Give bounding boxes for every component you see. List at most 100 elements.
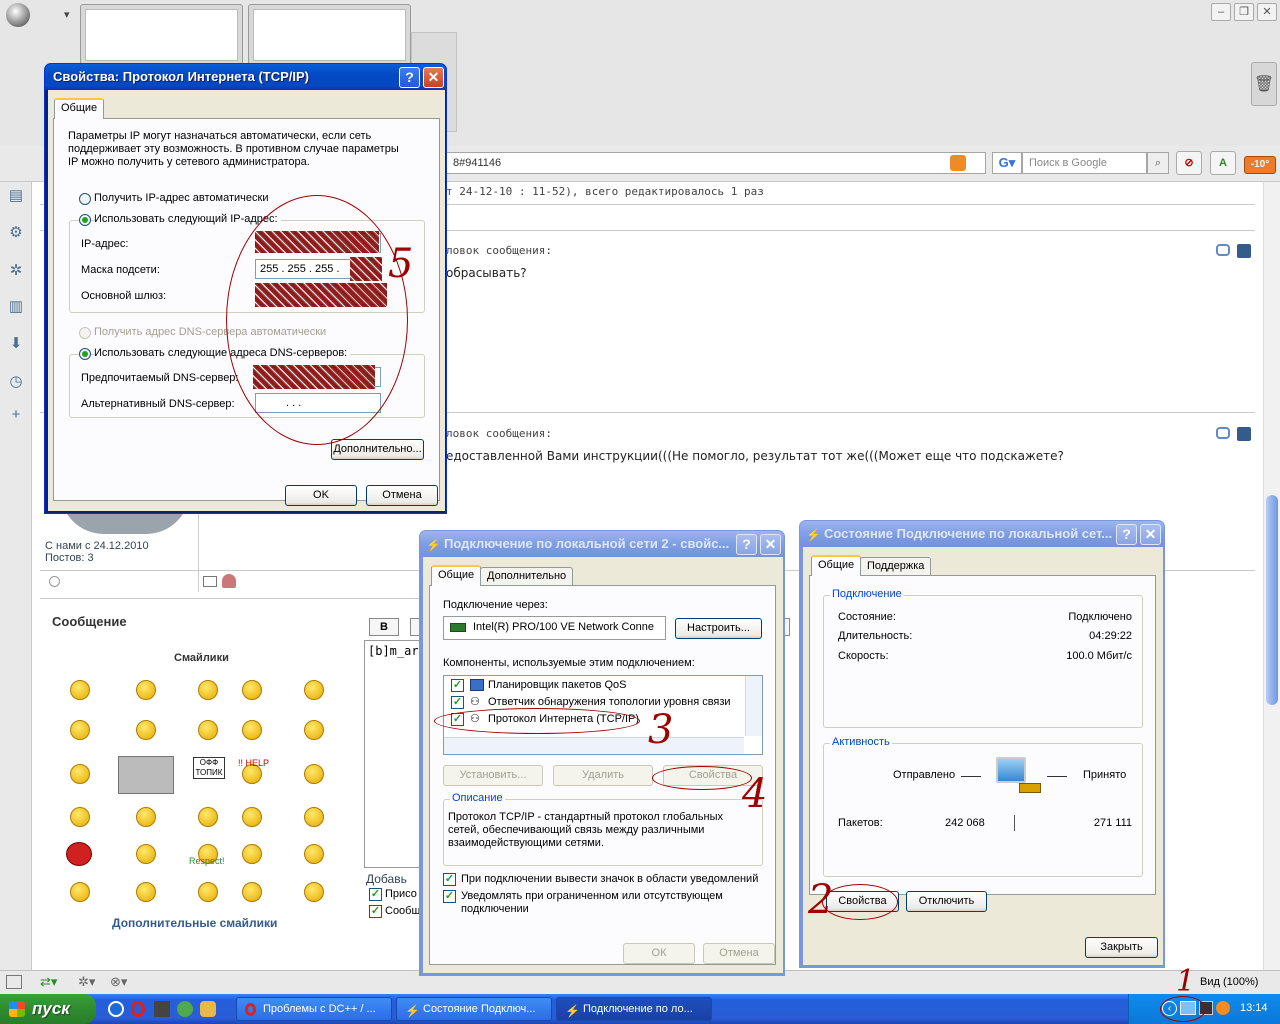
quicklaunch-app-icon[interactable] bbox=[200, 1001, 216, 1017]
smiley-icon[interactable] bbox=[304, 844, 324, 864]
component-item[interactable]: Ответчик обнаружения топологии уровня св… bbox=[488, 696, 731, 708]
smiley-icon[interactable] bbox=[242, 882, 262, 902]
sign-help[interactable]: !! HELP bbox=[238, 758, 269, 768]
devil-smiley-icon[interactable] bbox=[66, 842, 92, 866]
taskbar-item[interactable]: Проблемы с DC++ / ... bbox=[236, 997, 392, 1021]
help-button[interactable]: ? bbox=[399, 67, 420, 88]
panel-toggle-icon[interactable] bbox=[6, 975, 22, 989]
tab-advanced[interactable]: Дополнительно bbox=[480, 567, 574, 585]
manual-ip-radio[interactable] bbox=[79, 214, 91, 226]
cancel-button[interactable]: Отмена bbox=[703, 943, 775, 964]
ok-button[interactable]: ОК bbox=[623, 943, 695, 964]
show-icon-checkbox[interactable]: ✓ bbox=[443, 873, 456, 886]
smiley-icon[interactable] bbox=[242, 807, 262, 827]
show-icon-label[interactable]: При подключении вывести значок в области… bbox=[461, 873, 758, 885]
smiley-icon[interactable] bbox=[304, 764, 324, 784]
remove-button[interactable]: Удалить bbox=[553, 765, 653, 786]
install-button[interactable]: Установить... bbox=[443, 765, 543, 786]
pm-icon[interactable] bbox=[203, 576, 217, 587]
respect-label[interactable]: Respect! bbox=[189, 856, 225, 866]
help-button[interactable]: ? bbox=[736, 534, 757, 555]
address-field[interactable]: 8#941146 bbox=[446, 152, 986, 174]
bookmarks-icon[interactable]: ▤ bbox=[5, 185, 27, 207]
smiley-icon[interactable] bbox=[242, 680, 262, 700]
smiley-icon[interactable] bbox=[70, 764, 90, 784]
bold-button[interactable]: B bbox=[369, 618, 399, 636]
quicklaunch-app-icon[interactable] bbox=[154, 1001, 170, 1017]
smiley-icon[interactable] bbox=[304, 882, 324, 902]
option-checkbox[interactable]: ✓ bbox=[369, 905, 382, 918]
tab-general[interactable]: Общие bbox=[431, 565, 482, 586]
weather-badge[interactable]: -10° bbox=[1244, 156, 1276, 174]
minimize-button[interactable]: – bbox=[1211, 3, 1231, 21]
configure-button[interactable]: Настроить... bbox=[675, 618, 762, 639]
opera-logo-icon[interactable] bbox=[6, 3, 30, 27]
tab-general[interactable]: Общие bbox=[811, 555, 862, 576]
manual-dns-radio[interactable] bbox=[79, 348, 91, 360]
up-arrow-icon[interactable] bbox=[49, 576, 60, 587]
component-checkbox[interactable]: ✓ bbox=[451, 696, 464, 709]
rss-icon[interactable] bbox=[950, 155, 966, 171]
smiley-icon[interactable] bbox=[242, 844, 262, 864]
quicklaunch-opera-icon[interactable] bbox=[131, 1001, 145, 1017]
smiley-icon[interactable] bbox=[136, 720, 156, 740]
smiley-icon[interactable] bbox=[198, 680, 218, 700]
smiley-icon[interactable] bbox=[70, 720, 90, 740]
quote-icon[interactable] bbox=[1216, 244, 1230, 256]
auto-dns-radio[interactable] bbox=[79, 327, 91, 339]
tab-thumbnail-1[interactable] bbox=[80, 4, 243, 66]
profile-icon[interactable] bbox=[1237, 244, 1251, 258]
user-icon[interactable] bbox=[222, 574, 236, 588]
trash-icon[interactable]: 🗑 bbox=[1251, 62, 1277, 106]
gear-icon[interactable]: ⚙ bbox=[5, 222, 27, 244]
smiley-icon[interactable] bbox=[70, 680, 90, 700]
downloads-icon[interactable]: ⬇ bbox=[5, 333, 27, 355]
help-button[interactable]: ? bbox=[1116, 524, 1137, 545]
ok-button[interactable]: OK bbox=[285, 485, 357, 506]
disconnect-button[interactable]: Отключить bbox=[906, 891, 987, 912]
search-icon[interactable]: ⌕ bbox=[1147, 152, 1169, 174]
list-hscrollbar[interactable] bbox=[444, 737, 744, 754]
sign-off-topic[interactable]: ОФФ ТОПИК bbox=[193, 757, 225, 779]
cancel-button[interactable]: Отмена bbox=[366, 485, 438, 506]
smiley-icon[interactable] bbox=[136, 882, 156, 902]
tab-thumbnail-2[interactable] bbox=[248, 4, 411, 66]
option-checkbox[interactable]: ✓ bbox=[369, 888, 382, 901]
quote-icon[interactable] bbox=[1216, 427, 1230, 439]
notes-icon[interactable]: ▥ bbox=[5, 296, 27, 318]
smiley-icon[interactable] bbox=[70, 882, 90, 902]
window-close-button[interactable]: ✕ bbox=[1257, 3, 1277, 21]
search-input[interactable]: Поиск в Google bbox=[1022, 152, 1147, 174]
zoom-label[interactable]: Вид (100%) bbox=[1200, 976, 1258, 988]
list-scrollbar[interactable] bbox=[745, 676, 762, 736]
auto-ip-radio[interactable] bbox=[79, 193, 91, 205]
smiley-icon[interactable] bbox=[198, 882, 218, 902]
close-dialog-button[interactable]: Закрыть bbox=[1085, 937, 1158, 958]
quicklaunch-ie-icon[interactable] bbox=[108, 1001, 124, 1017]
tray-app-icon[interactable] bbox=[1216, 1001, 1230, 1015]
close-button[interactable]: ✕ bbox=[423, 67, 444, 88]
smiley-icon[interactable] bbox=[304, 807, 324, 827]
search-engine-icon[interactable]: G▾ bbox=[992, 152, 1022, 174]
smiley-icon[interactable] bbox=[198, 807, 218, 827]
translate-icon[interactable]: A bbox=[1210, 151, 1236, 175]
opera-menu-arrow[interactable]: ▾ bbox=[64, 8, 70, 21]
manual-ip-label[interactable]: Использовать следующий IP-адрес: bbox=[94, 213, 281, 225]
smiley-icon[interactable] bbox=[136, 844, 156, 864]
history-icon[interactable]: ◷ bbox=[5, 371, 27, 393]
tab-support[interactable]: Поддержка bbox=[860, 557, 932, 575]
smiley-icon[interactable] bbox=[136, 807, 156, 827]
notify-label[interactable]: Уведомлять при ограниченном или отсутств… bbox=[461, 890, 751, 916]
tab-general[interactable]: Общие bbox=[54, 98, 105, 119]
profile-icon[interactable] bbox=[1237, 427, 1251, 441]
auto-ip-label[interactable]: Получить IP-адрес автоматически bbox=[94, 192, 268, 204]
more-smilies-link[interactable]: Дополнительные смайлики bbox=[112, 916, 277, 930]
component-checkbox[interactable]: ✓ bbox=[451, 679, 464, 692]
smiley-icon[interactable] bbox=[198, 720, 218, 740]
widgets-icon[interactable]: ✲ bbox=[5, 260, 27, 282]
speed-dial-icon[interactable]: ⇄▾ bbox=[40, 974, 57, 990]
turbo-icon[interactable]: ⊗▾ bbox=[110, 974, 127, 990]
scroll-thumb[interactable] bbox=[1266, 495, 1278, 705]
close-button[interactable]: ✕ bbox=[760, 534, 781, 555]
unite-icon[interactable]: ✲▾ bbox=[78, 974, 95, 990]
